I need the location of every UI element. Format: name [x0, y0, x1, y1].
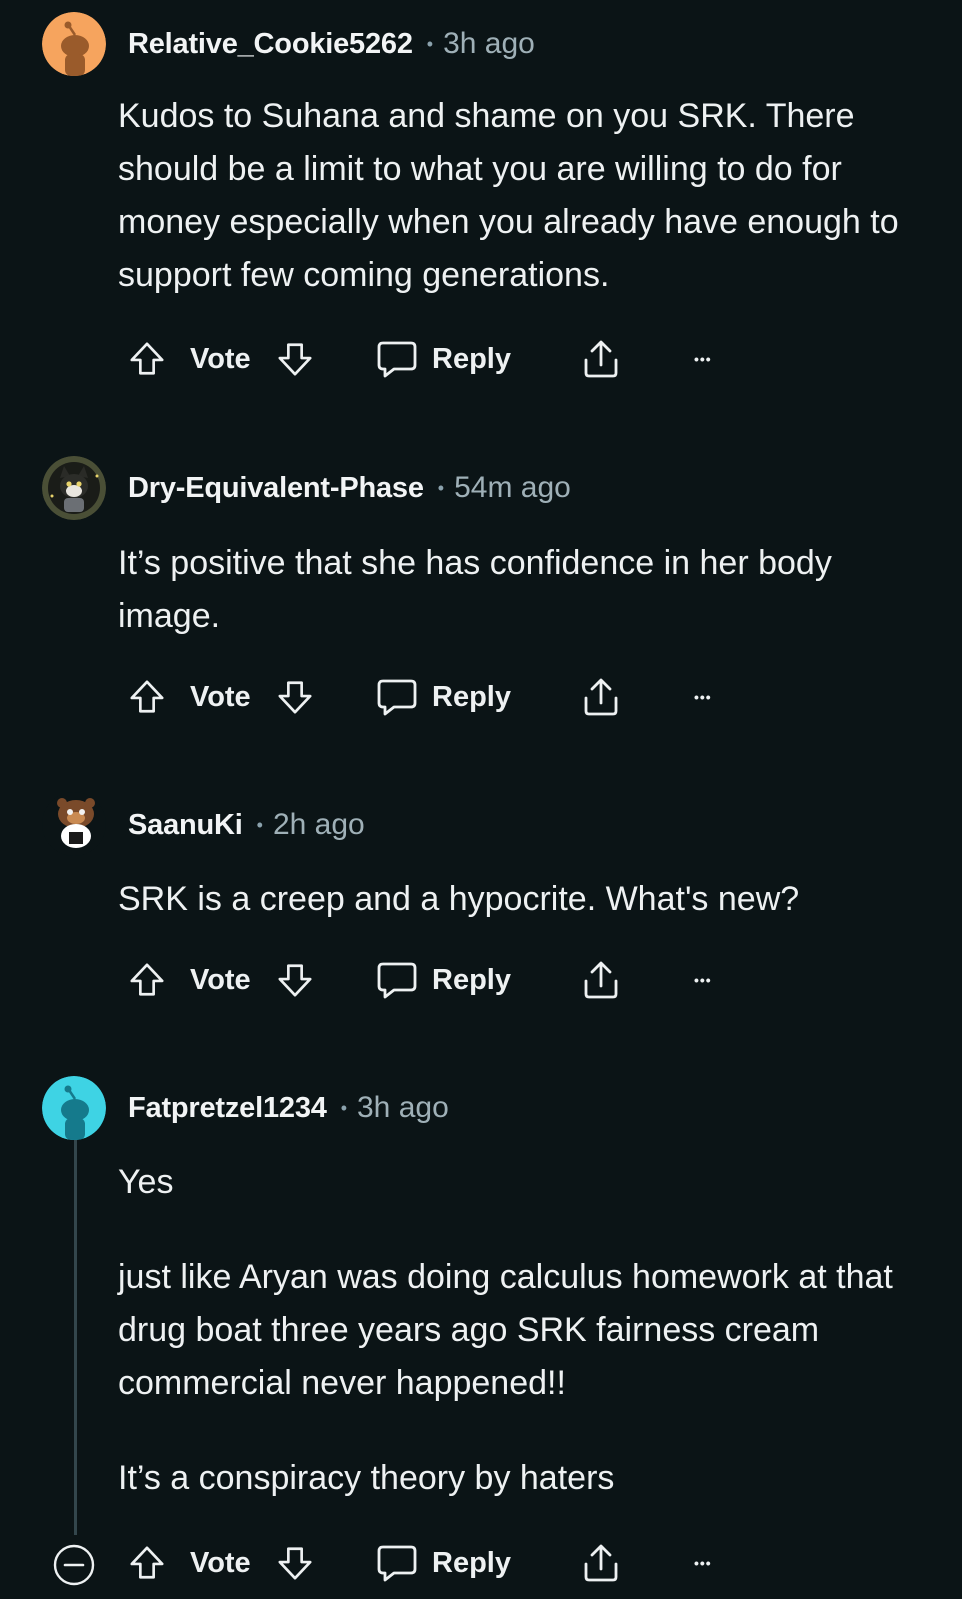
comment-actions: Vote Reply ••• [126, 672, 766, 722]
ellipsis-icon: ••• [694, 689, 712, 705]
reply-button[interactable]: Reply [376, 672, 511, 722]
comment-body: It’s positive that she has confidence in… [118, 537, 928, 643]
comment-body: Yes just like Aryan was doing calculus h… [118, 1156, 928, 1505]
speech-bubble-icon [377, 679, 417, 716]
reply-button[interactable]: Reply [376, 955, 511, 1005]
vote-label: Vote [190, 1546, 251, 1579]
reply-button[interactable]: Reply [376, 1538, 511, 1588]
comment-paragraph: SRK is a creep and a hypocrite. What's n… [118, 880, 800, 918]
vote-label: Vote [190, 680, 251, 713]
cat-avatar [42, 456, 106, 520]
comment-actions: Vote Reply ••• [126, 955, 766, 1005]
share-icon [584, 340, 618, 378]
username[interactable]: Relative_Cookie5262 [128, 28, 413, 61]
downvote-button[interactable] [276, 334, 314, 384]
upvote-button[interactable] [128, 672, 166, 722]
downvote-button[interactable] [276, 672, 314, 722]
downvote-button[interactable] [276, 1538, 314, 1588]
arrow-down-icon [278, 1547, 312, 1580]
username[interactable]: SaanuKi [128, 809, 243, 842]
comment-meta: Fatpretzel1234 • 3h ago [128, 1088, 449, 1128]
more-options-button[interactable]: ••• [694, 1538, 712, 1588]
speech-bubble-icon [377, 962, 417, 999]
vote-count: Vote [190, 334, 251, 384]
arrow-down-icon [278, 964, 312, 997]
vote-label: Vote [190, 342, 251, 375]
collapse-thread-icon[interactable] [52, 1543, 96, 1587]
snoo-avatar-orange [42, 12, 106, 76]
timestamp: 2h ago [272, 808, 365, 841]
share-button[interactable] [580, 334, 622, 384]
user-avatar[interactable] [42, 12, 106, 76]
comment-meta: Relative_Cookie5262 • 3h ago [128, 24, 535, 64]
comment-paragraph: just like Aryan was doing calculus homew… [118, 1258, 893, 1402]
arrow-down-icon [278, 681, 312, 714]
vote-label: Vote [190, 963, 251, 996]
username[interactable]: Dry-Equivalent-Phase [128, 472, 424, 505]
share-button[interactable] [580, 1538, 622, 1588]
comment-body: Kudos to Suhana and shame on you SRK. Th… [118, 90, 928, 302]
upvote-button[interactable] [128, 1538, 166, 1588]
ellipsis-icon: ••• [694, 1555, 712, 1571]
reply-label: Reply [432, 963, 511, 996]
comment-paragraph: It’s a conspiracy theory by haters [118, 1459, 615, 1497]
timestamp: 3h ago [357, 1091, 449, 1124]
speech-bubble-icon [377, 1545, 417, 1582]
user-avatar[interactable] [42, 792, 106, 856]
ellipsis-icon: ••• [694, 972, 712, 988]
arrow-up-icon [130, 342, 164, 375]
username[interactable]: Fatpretzel1234 [128, 1092, 327, 1125]
comment-paragraph: Yes [118, 1163, 174, 1201]
upvote-button[interactable] [128, 955, 166, 1005]
timestamp: 54m ago [454, 471, 571, 504]
reply-label: Reply [432, 1546, 511, 1579]
separator-dot: • [340, 1097, 347, 1118]
more-options-button[interactable]: ••• [694, 955, 712, 1005]
thread-line[interactable] [74, 1140, 77, 1535]
separator-dot: • [256, 814, 263, 835]
reply-button[interactable]: Reply [376, 334, 511, 384]
comment-meta: Dry-Equivalent-Phase • 54m ago [128, 468, 571, 508]
reply-label: Reply [432, 342, 511, 375]
separator-dot: • [426, 33, 434, 54]
share-button[interactable] [580, 672, 622, 722]
vote-count: Vote [190, 1538, 251, 1588]
share-button[interactable] [580, 955, 622, 1005]
comment-actions: Vote Reply ••• [126, 1538, 766, 1588]
arrow-up-icon [130, 963, 164, 996]
upvote-button[interactable] [128, 334, 166, 384]
comment-actions: Vote Reply ••• [126, 334, 766, 384]
snoo-avatar-cyan [42, 1076, 106, 1140]
arrow-up-icon [130, 1546, 164, 1579]
ellipsis-icon: ••• [694, 351, 712, 367]
comment-meta: SaanuKi • 2h ago [128, 805, 365, 845]
arrow-down-icon [278, 343, 312, 376]
more-options-button[interactable]: ••• [694, 334, 712, 384]
comment-paragraph: It’s positive that she has confidence in… [118, 544, 832, 635]
arrow-up-icon [130, 680, 164, 713]
share-icon [584, 678, 618, 716]
bear-snoo-avatar [42, 792, 106, 856]
user-avatar[interactable] [42, 456, 106, 520]
comment-paragraph: Kudos to Suhana and shame on you SRK. Th… [118, 97, 899, 294]
speech-bubble-icon [377, 341, 417, 378]
share-icon [584, 961, 618, 999]
reply-label: Reply [432, 680, 511, 713]
vote-count: Vote [190, 955, 251, 1005]
comment-body: SRK is a creep and a hypocrite. What's n… [118, 873, 928, 926]
vote-count: Vote [190, 672, 251, 722]
separator-dot: • [437, 477, 445, 498]
timestamp: 3h ago [443, 27, 535, 60]
user-avatar[interactable] [42, 1076, 106, 1140]
more-options-button[interactable]: ••• [694, 672, 712, 722]
downvote-button[interactable] [276, 955, 314, 1005]
share-icon [584, 1544, 618, 1582]
